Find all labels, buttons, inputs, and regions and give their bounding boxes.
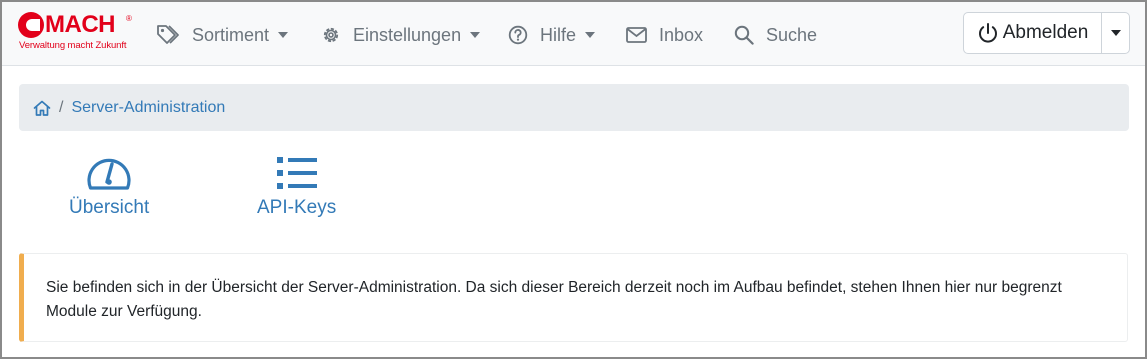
alert-text: Sie befinden sich in der Übersicht der S… (46, 279, 1062, 320)
chevron-down-icon (1110, 30, 1121, 36)
nav-hilfe[interactable]: Hilfe (508, 22, 596, 48)
tile-uebersicht[interactable]: Übersicht (69, 155, 149, 219)
tile-api-keys-label: API-Keys (257, 197, 337, 218)
chevron-down-icon (278, 32, 289, 38)
nav-sortiment[interactable]: Sortiment (156, 22, 289, 48)
nav-sortiment-label: Sortiment (192, 24, 270, 45)
tile-uebersicht-label: Übersicht (69, 197, 150, 218)
home-icon (33, 100, 51, 116)
tags-icon (157, 25, 179, 44)
envelope-icon (626, 27, 647, 43)
tile-api-keys[interactable]: API-Keys (257, 155, 336, 219)
breadcrumb-current[interactable]: Server-Administration (71, 99, 225, 117)
logout-dropdown-toggle[interactable] (1102, 13, 1129, 53)
info-alert: Sie befinden sich in der Übersicht der S… (19, 253, 1128, 342)
logout-button[interactable]: Abmelden (964, 13, 1102, 53)
logo-tagline: Verwaltung macht Zukunft (19, 40, 127, 51)
nav-inbox-label: Inbox (659, 24, 704, 45)
logo-brand: MACH (45, 11, 116, 38)
power-icon (978, 23, 997, 43)
gear-icon (323, 27, 339, 43)
nav-einstellungen-label: Einstellungen (353, 24, 462, 45)
logout-button-group: Abmelden (963, 12, 1130, 54)
question-circle-icon (508, 25, 528, 45)
top-navbar: MACH ® Verwaltung macht Zukunft Sortimen… (2, 2, 1145, 66)
breadcrumb-home[interactable] (33, 100, 51, 116)
logout-label: Abmelden (1002, 22, 1089, 43)
breadcrumb: / Server-Administration (19, 84, 1129, 131)
chevron-down-icon (470, 32, 481, 38)
logo-mark (18, 12, 44, 38)
nav-suche-label: Suche (766, 24, 818, 45)
nav-hilfe-label: Hilfe (540, 24, 577, 45)
nav-suche[interactable]: Suche (734, 22, 817, 48)
search-icon (734, 25, 754, 45)
nav-inbox[interactable]: Inbox (626, 22, 703, 48)
chevron-down-icon (585, 32, 596, 38)
breadcrumb-separator: / (59, 98, 64, 116)
logo-registered: ® (126, 14, 132, 23)
nav-einstellungen[interactable]: Einstellungen (321, 22, 481, 48)
mach-logo[interactable]: MACH ® Verwaltung macht Zukunft (18, 11, 132, 54)
gauge-icon (87, 158, 131, 190)
list-icon (276, 157, 317, 189)
